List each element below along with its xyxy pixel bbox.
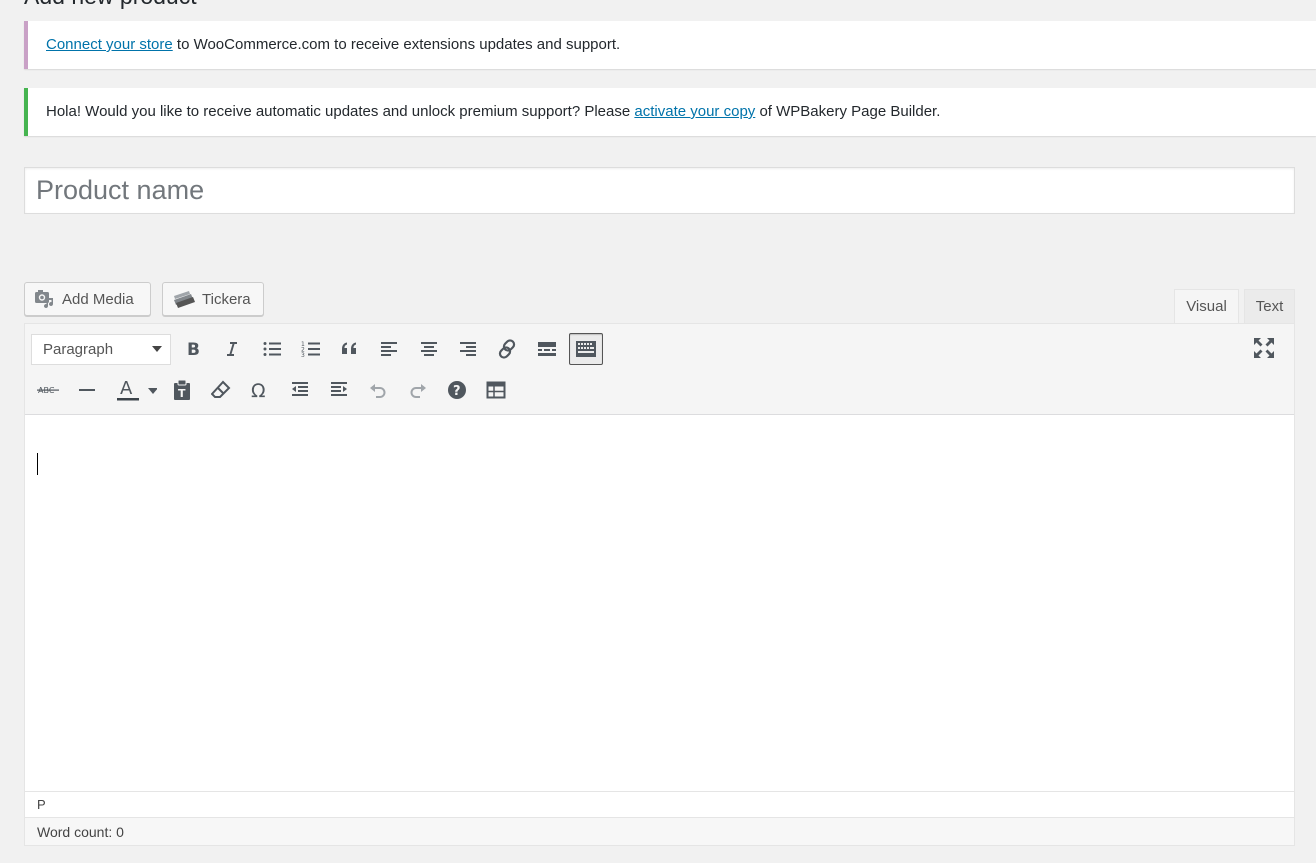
fullscreen-button[interactable] bbox=[1247, 332, 1281, 364]
undo-icon bbox=[370, 384, 386, 398]
svg-text:T: T bbox=[178, 387, 186, 400]
text-color-icon: A bbox=[116, 378, 157, 401]
redo-button[interactable] bbox=[401, 374, 435, 406]
toolbar-toggle-icon bbox=[575, 341, 596, 357]
align-center-button[interactable] bbox=[412, 333, 446, 365]
woo-notice-text: to WooCommerce.com to receive extensions… bbox=[172, 36, 621, 53]
clear-formatting-icon bbox=[211, 380, 231, 398]
chevron-down-icon bbox=[152, 346, 162, 352]
page-title: Add new product bbox=[24, 0, 197, 11]
strikethrough-icon: ABC bbox=[37, 386, 59, 395]
link-icon bbox=[499, 339, 516, 359]
tickera-button[interactable]: Tickera bbox=[162, 282, 264, 316]
align-right-button[interactable] bbox=[451, 333, 485, 365]
table-icon bbox=[486, 381, 506, 399]
element-path[interactable]: P bbox=[37, 797, 46, 812]
read-more-button[interactable] bbox=[530, 333, 564, 365]
fullscreen-icon bbox=[1253, 338, 1274, 358]
svg-text:B: B bbox=[187, 340, 200, 359]
toolbar-row-2: ABC A T Ω ? bbox=[31, 373, 519, 407]
align-center-icon bbox=[420, 342, 437, 356]
text-color-button[interactable]: A bbox=[110, 374, 160, 406]
svg-text:3: 3 bbox=[301, 352, 305, 359]
redo-icon bbox=[410, 384, 426, 398]
indent-icon bbox=[331, 382, 348, 396]
add-media-label: Add Media bbox=[62, 290, 134, 308]
undo-button[interactable] bbox=[361, 374, 395, 406]
help-icon: ? bbox=[447, 381, 466, 399]
toolbar-toggle-button[interactable] bbox=[568, 333, 603, 365]
svg-text:?: ? bbox=[453, 384, 461, 399]
ticket-icon bbox=[172, 289, 196, 309]
connect-store-link[interactable]: Connect your store bbox=[46, 36, 173, 53]
add-media-icon bbox=[34, 289, 56, 309]
product-name-input[interactable] bbox=[24, 167, 1295, 214]
text-cursor bbox=[37, 453, 38, 475]
woocommerce-connect-notice: Connect your store to WooCommerce.com to… bbox=[24, 21, 1316, 69]
table-button[interactable] bbox=[479, 374, 513, 406]
outdent-icon bbox=[291, 382, 308, 396]
outdent-button[interactable] bbox=[283, 374, 317, 406]
italic-icon bbox=[227, 342, 238, 356]
read-more-icon bbox=[537, 342, 556, 356]
special-character-button[interactable]: Ω bbox=[243, 374, 277, 406]
bullet-list-icon bbox=[263, 342, 281, 356]
keyboard-shortcuts-button[interactable]: ? bbox=[440, 374, 474, 406]
word-count: Word count: 0 bbox=[25, 817, 1294, 845]
strikethrough-button[interactable]: ABC bbox=[31, 374, 65, 406]
wpbakery-activation-notice: Hola! Would you like to receive automati… bbox=[24, 88, 1316, 136]
numbered-list-icon: 123 bbox=[301, 341, 320, 359]
align-left-icon bbox=[381, 342, 398, 356]
align-left-button[interactable] bbox=[372, 333, 406, 365]
bold-icon: B bbox=[187, 340, 200, 359]
bold-button[interactable]: B bbox=[176, 333, 210, 365]
italic-button[interactable] bbox=[215, 333, 249, 365]
indent-button[interactable] bbox=[322, 374, 356, 406]
tab-visual[interactable]: Visual bbox=[1174, 289, 1239, 325]
format-select[interactable]: Paragraph bbox=[31, 333, 171, 365]
editor-toolbar: Paragraph B 123 ABC A T Ω ? bbox=[25, 324, 1294, 415]
paste-as-text-button[interactable]: T bbox=[165, 374, 199, 406]
svg-text:A: A bbox=[120, 378, 133, 399]
blockquote-icon bbox=[342, 342, 357, 354]
insert-link-button[interactable] bbox=[490, 333, 524, 365]
horizontal-line-button[interactable] bbox=[70, 374, 104, 406]
align-right-icon bbox=[460, 342, 477, 356]
bullet-list-button[interactable] bbox=[255, 333, 289, 365]
tab-text[interactable]: Text bbox=[1244, 289, 1295, 324]
clear-formatting-button[interactable] bbox=[204, 374, 238, 406]
activate-copy-link[interactable]: activate your copy bbox=[634, 103, 755, 120]
add-media-button[interactable]: Add Media bbox=[24, 282, 151, 316]
numbered-list-button[interactable]: 123 bbox=[294, 333, 328, 365]
wpb-notice-text-before: Hola! Would you like to receive automati… bbox=[46, 103, 635, 120]
editor-content-area[interactable] bbox=[25, 415, 1294, 791]
wpb-notice-text-after: of WPBakery Page Builder. bbox=[755, 103, 941, 120]
format-select-value: Paragraph bbox=[43, 340, 114, 358]
tickera-label: Tickera bbox=[202, 290, 251, 308]
toolbar-row-1: Paragraph B 123 bbox=[31, 332, 608, 366]
editor-path-bar: P bbox=[25, 791, 1294, 817]
svg-text:Ω: Ω bbox=[251, 380, 266, 400]
horizontal-line-icon bbox=[79, 389, 96, 391]
blockquote-button[interactable] bbox=[333, 333, 367, 365]
paste-text-icon: T bbox=[173, 379, 190, 400]
special-character-icon: Ω bbox=[251, 380, 266, 400]
content-editor: Paragraph B 123 ABC A T Ω ? P Word count… bbox=[24, 323, 1295, 846]
